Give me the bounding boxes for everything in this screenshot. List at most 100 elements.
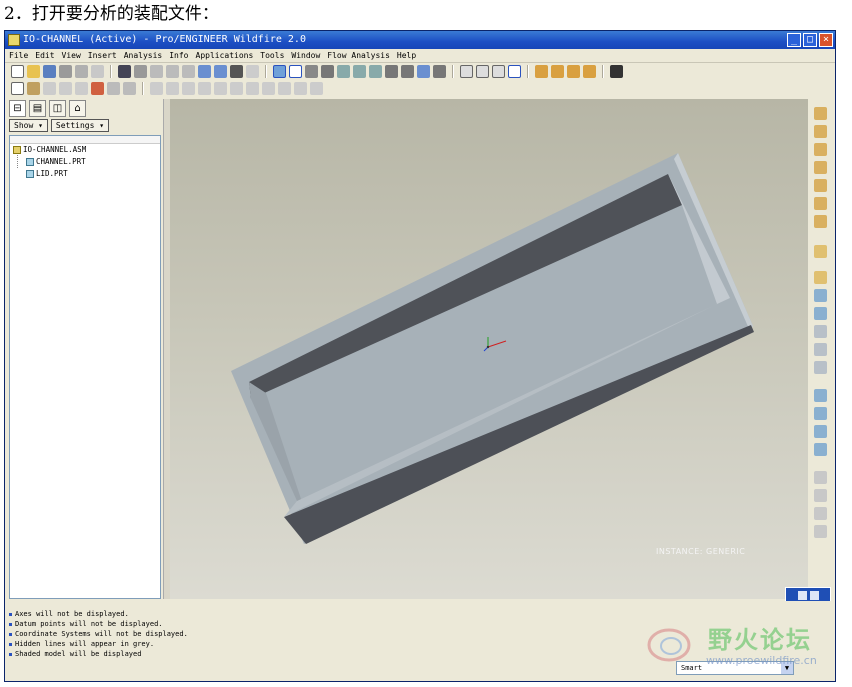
regenerate-icon[interactable] — [198, 65, 211, 78]
layers-icon[interactable] — [417, 65, 430, 78]
minimize-panel-icon[interactable] — [797, 590, 807, 600]
analysis-feature-icon[interactable] — [814, 215, 827, 228]
tree-item-root[interactable]: IO-CHANNEL.ASM — [10, 144, 160, 156]
folder-browser-tab-icon[interactable]: ▤ — [29, 100, 46, 117]
menu-edit[interactable]: Edit — [35, 49, 54, 62]
flow-tool-9-icon[interactable] — [278, 82, 291, 95]
cut-feature-icon[interactable] — [814, 307, 827, 320]
assemble-component-icon[interactable] — [814, 245, 827, 258]
new-file-icon[interactable] — [11, 65, 24, 78]
datum-point-icon[interactable] — [814, 179, 827, 192]
menu-window[interactable]: Window — [291, 49, 320, 62]
save-icon[interactable] — [43, 65, 56, 78]
play-icon[interactable] — [75, 82, 88, 95]
menu-view[interactable]: View — [62, 49, 81, 62]
print-icon[interactable] — [59, 65, 72, 78]
orient-mode-icon[interactable] — [321, 65, 334, 78]
menu-applications[interactable]: Applications — [196, 49, 254, 62]
chamfer-icon[interactable] — [814, 343, 827, 356]
email-icon[interactable] — [75, 65, 88, 78]
saved-views-icon[interactable] — [401, 65, 414, 78]
mirror-icon[interactable] — [814, 407, 827, 420]
flow-tool-2-icon[interactable] — [166, 82, 179, 95]
datum-planes-icon[interactable] — [535, 65, 548, 78]
panel-splitter[interactable] — [163, 99, 170, 599]
favorites-tab-icon[interactable]: ◫ — [49, 100, 66, 117]
copy-geometry-icon[interactable] — [43, 82, 56, 95]
flow-tool-7-icon[interactable] — [246, 82, 259, 95]
explode-icon[interactable] — [107, 82, 120, 95]
datum-plane-display-icon[interactable] — [273, 65, 286, 78]
offset-icon[interactable] — [814, 471, 827, 484]
cut-icon[interactable] — [150, 65, 163, 78]
flow-tool-6-icon[interactable] — [230, 82, 243, 95]
pattern-icon[interactable] — [814, 389, 827, 402]
sketch-icon[interactable] — [27, 82, 40, 95]
solidify-icon[interactable] — [814, 507, 827, 520]
thicken-icon[interactable] — [814, 489, 827, 502]
model-tree-tab-icon[interactable]: ⊟ — [9, 100, 26, 117]
paste-icon[interactable] — [182, 65, 195, 78]
flow-tool-8-icon[interactable] — [262, 82, 275, 95]
new-window-icon[interactable] — [11, 82, 24, 95]
create-component-icon[interactable] — [814, 271, 827, 284]
merge-feature-icon[interactable] — [814, 425, 827, 438]
menu-tools[interactable]: Tools — [260, 49, 284, 62]
connections-tab-icon[interactable]: ⌂ — [69, 100, 86, 117]
menu-insert[interactable]: Insert — [88, 49, 117, 62]
flow-tool-11-icon[interactable] — [310, 82, 323, 95]
context-help-icon[interactable] — [610, 65, 623, 78]
datum-axes-icon[interactable] — [551, 65, 564, 78]
show-dropdown[interactable]: Show ▾ — [9, 119, 48, 132]
flow-tool-5-icon[interactable] — [214, 82, 227, 95]
menu-file[interactable]: File — [9, 49, 28, 62]
merge-icon[interactable] — [59, 82, 72, 95]
graphics-viewport[interactable]: INSTANCE: GENERIC — [170, 99, 808, 599]
menu-flow-analysis[interactable]: Flow Analysis — [327, 49, 390, 62]
minimize-button[interactable]: _ — [787, 33, 801, 47]
maximize-button[interactable]: □ — [803, 33, 817, 47]
settings-dropdown[interactable]: Settings ▾ — [50, 119, 110, 132]
no-hidden-icon[interactable] — [492, 65, 505, 78]
view-manager-icon[interactable] — [433, 65, 446, 78]
zoom-in-icon[interactable] — [337, 65, 350, 78]
redo-icon[interactable] — [134, 65, 147, 78]
flow-tool-3-icon[interactable] — [182, 82, 195, 95]
trim-icon[interactable] — [814, 443, 827, 456]
email-attachment-icon[interactable] — [91, 65, 104, 78]
datum-points-icon[interactable] — [567, 65, 580, 78]
help-panel-icon[interactable] — [809, 590, 819, 600]
shading-icon[interactable] — [508, 65, 521, 78]
datum-plane-icon[interactable] — [814, 125, 827, 138]
menu-analysis[interactable]: Analysis — [124, 49, 163, 62]
open-folder-icon[interactable] — [27, 65, 40, 78]
grid-icon[interactable] — [814, 525, 827, 538]
datum-axis-display-icon[interactable] — [289, 65, 302, 78]
round-icon[interactable] — [814, 325, 827, 338]
refit-icon[interactable] — [369, 65, 382, 78]
draft-icon[interactable] — [814, 361, 827, 374]
datum-curve-icon[interactable] — [814, 107, 827, 120]
coordinate-system-icon[interactable] — [814, 197, 827, 210]
spin-center-icon[interactable] — [305, 65, 318, 78]
undo-icon[interactable] — [118, 65, 131, 78]
flow-tool-10-icon[interactable] — [294, 82, 307, 95]
flow-tool-4-icon[interactable] — [198, 82, 211, 95]
table-icon[interactable] — [123, 82, 136, 95]
zoom-out-icon[interactable] — [353, 65, 366, 78]
sketched-curve-icon[interactable] — [814, 161, 827, 174]
close-button[interactable]: × — [819, 33, 833, 47]
copy-icon[interactable] — [166, 65, 179, 78]
component-icon[interactable] — [91, 82, 104, 95]
wireframe-icon[interactable] — [460, 65, 473, 78]
hidden-line-icon[interactable] — [476, 65, 489, 78]
menu-info[interactable]: Info — [169, 49, 188, 62]
search-tool-icon[interactable] — [230, 65, 243, 78]
tree-item-channel[interactable]: CHANNEL.PRT — [10, 156, 160, 168]
datum-axis-icon[interactable] — [814, 143, 827, 156]
flow-tool-1-icon[interactable] — [150, 82, 163, 95]
coordinate-systems-icon[interactable] — [583, 65, 596, 78]
regen-manager-icon[interactable] — [214, 65, 227, 78]
hole-icon[interactable] — [814, 289, 827, 302]
selection-box-icon[interactable] — [246, 65, 259, 78]
